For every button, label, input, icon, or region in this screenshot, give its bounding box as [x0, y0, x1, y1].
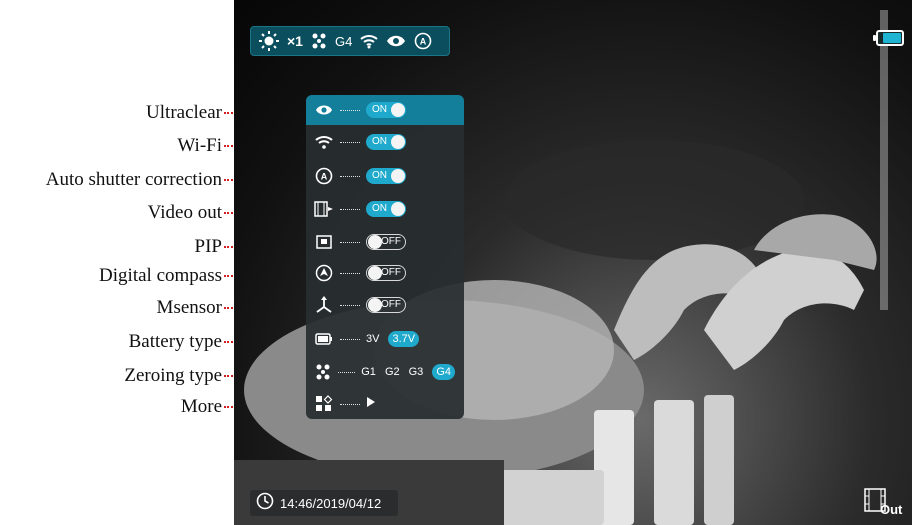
toggle-knob	[368, 235, 382, 249]
auto-shutter-icon: A	[314, 166, 334, 186]
toggle-knob	[391, 202, 405, 216]
time-display: 14:46/2019/04/12	[250, 490, 398, 516]
dotted-leader	[340, 338, 360, 340]
callout-label: PIP	[194, 236, 222, 257]
menu-item-battery-type[interactable]: 3V 3.7V	[306, 324, 464, 354]
battery-nub	[873, 35, 876, 41]
zeroing-icon	[314, 362, 332, 382]
menu-item-auto-shutter[interactable]: A ON	[306, 161, 464, 191]
ultraclear-toggle[interactable]: ON	[366, 102, 406, 118]
auto-shutter-icon: A	[414, 30, 432, 52]
dotted-leader	[340, 141, 360, 143]
arrow-right-icon[interactable]	[366, 395, 376, 413]
dotted-leader	[337, 371, 356, 373]
toggle-state: ON	[372, 136, 387, 147]
menu-item-zeroing-type[interactable]: G1 G2 G3 G4	[306, 357, 464, 387]
menu-item-digital-compass[interactable]: OFF	[306, 258, 464, 288]
battery-indicator	[873, 30, 904, 46]
video-out-indicator: Out	[864, 488, 903, 518]
video-out-label: Out	[880, 502, 903, 517]
video-out-toggle[interactable]: ON	[366, 201, 406, 217]
fence-post	[654, 400, 694, 525]
toggle-knob	[391, 169, 405, 183]
toggle-knob	[391, 103, 405, 117]
video-out-icon	[314, 199, 334, 219]
callout-label: Auto shutter correction	[45, 169, 222, 190]
toggle-state: OFF	[381, 236, 401, 247]
compass-icon	[314, 263, 334, 283]
wifi-toggle[interactable]: ON	[366, 134, 406, 150]
pip-toggle[interactable]: OFF	[366, 234, 406, 250]
callout-label: Wi-Fi	[177, 135, 222, 156]
pole	[880, 10, 888, 310]
dotted-leader	[340, 175, 360, 177]
thermal-viewfinder: ×1 G4 A ON ON A ON ON OFF OFF OFF 3V 3.7…	[234, 0, 912, 525]
toggle-knob	[368, 298, 382, 312]
dotted-leader	[340, 304, 360, 306]
menu-item-more[interactable]	[306, 389, 464, 419]
callout-label: Zeroing type	[124, 365, 222, 386]
fence-post	[704, 395, 734, 525]
callout-label: Video out	[147, 202, 222, 223]
zeroing-value: G4	[334, 33, 353, 49]
callout-label: Digital compass	[99, 265, 222, 286]
zeroing-option-g4[interactable]: G4	[432, 364, 455, 380]
shrub	[504, 140, 804, 260]
menu-item-wifi[interactable]: ON	[306, 127, 464, 157]
battery-icon	[314, 329, 334, 349]
menu-item-msensor[interactable]: OFF	[306, 290, 464, 320]
toggle-knob	[391, 135, 405, 149]
ultraclear-eye-icon	[386, 30, 406, 52]
toggle-state: ON	[372, 104, 387, 115]
zeroing-option-g2[interactable]: G2	[385, 364, 400, 380]
menu-item-video-out[interactable]: ON	[306, 194, 464, 224]
pip-icon	[314, 232, 334, 252]
menu-item-ultraclear[interactable]: ON	[306, 95, 464, 125]
callout-label: Msensor	[156, 297, 222, 318]
time-text: 14:46/2019/04/12	[280, 495, 382, 511]
settings-menu: ON ON A ON ON OFF OFF OFF 3V 3.7V G1 G2 …	[306, 95, 464, 419]
battery-fill	[883, 33, 901, 43]
toggle-state: OFF	[381, 267, 401, 278]
callout-label: Battery type	[128, 331, 222, 352]
clock-icon	[256, 492, 274, 515]
status-bar: ×1 G4 A	[250, 26, 450, 56]
fence-rail	[494, 470, 604, 525]
callout-label: More	[180, 396, 222, 417]
dotted-leader	[340, 208, 360, 210]
dotted-leader	[340, 272, 360, 274]
toggle-state: OFF	[381, 299, 401, 310]
auto-shutter-toggle[interactable]: ON	[366, 168, 406, 184]
msensor-icon	[314, 295, 334, 315]
zeroing-icon	[311, 30, 327, 52]
zoom-level: ×1	[287, 33, 303, 49]
eye-icon	[314, 100, 334, 120]
dotted-leader	[340, 403, 360, 405]
zeroing-option-g3[interactable]: G3	[409, 364, 424, 380]
wifi-icon	[314, 132, 334, 152]
toggle-knob	[368, 266, 382, 280]
svg-text:A: A	[321, 172, 328, 182]
dotted-leader	[340, 109, 360, 111]
menu-item-pip[interactable]: OFF	[306, 227, 464, 257]
msensor-toggle[interactable]: OFF	[366, 297, 406, 313]
svg-text:A: A	[420, 37, 427, 47]
compass-toggle[interactable]: OFF	[366, 265, 406, 281]
zeroing-option-g1[interactable]: G1	[361, 364, 376, 380]
callout-label: Ultraclear	[146, 102, 222, 123]
dotted-leader	[340, 241, 360, 243]
more-icon	[314, 394, 334, 414]
brightness-icon	[259, 30, 279, 52]
wifi-icon	[360, 30, 378, 52]
battery-option-3-7v[interactable]: 3.7V	[388, 331, 420, 347]
toggle-state: ON	[372, 170, 387, 181]
toggle-state: ON	[372, 203, 387, 214]
battery-option-3v[interactable]: 3V	[366, 331, 379, 347]
